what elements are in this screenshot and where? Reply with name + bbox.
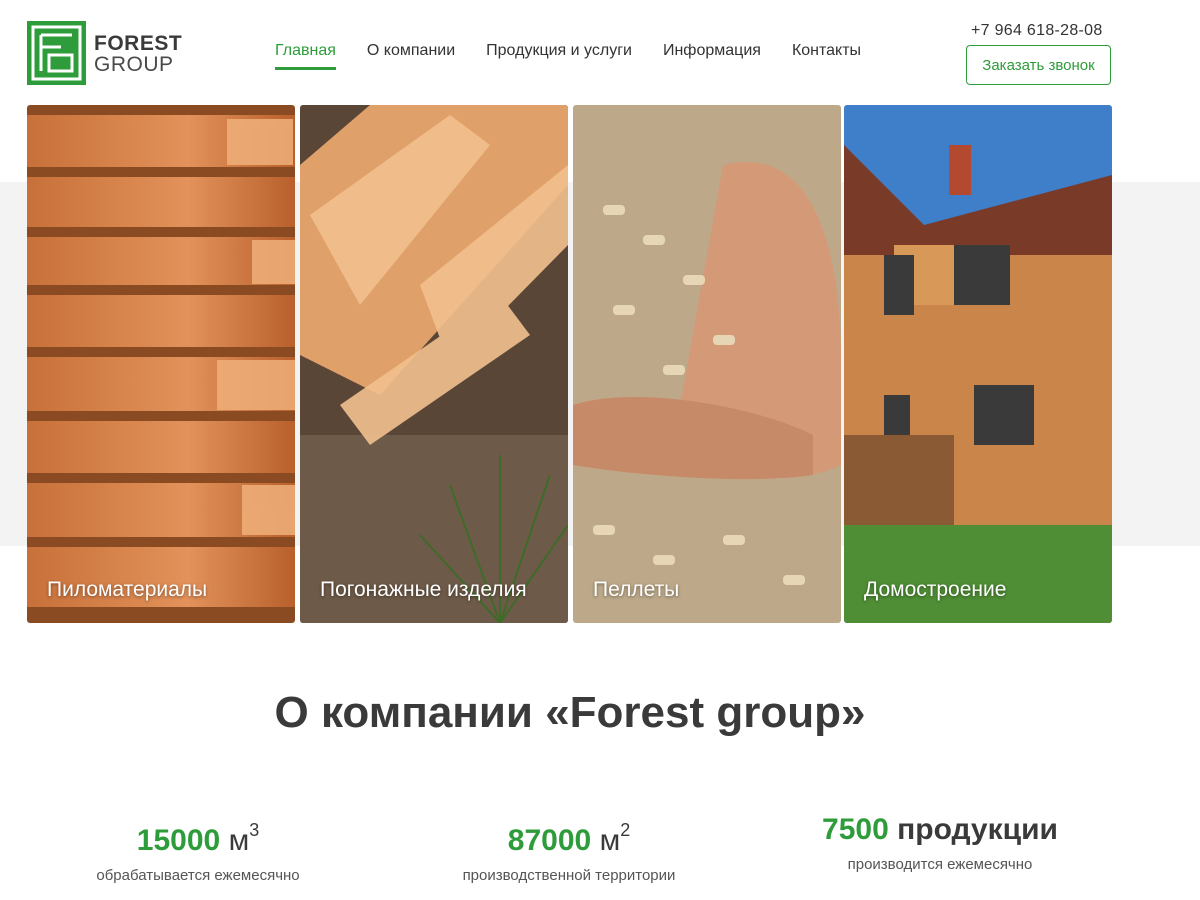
stat-unit: м3 [228, 820, 260, 857]
logo-text: FOREST GROUP [94, 33, 182, 75]
logo-line-2: GROUP [94, 53, 174, 76]
nav-item-contacts[interactable]: Контакты [792, 42, 861, 66]
stat-unit-power: 2 [620, 820, 631, 840]
nav-item-about[interactable]: О компании [367, 42, 455, 66]
stat-value: 15000 [136, 824, 221, 857]
stat-line: 87000 м2 [404, 810, 734, 861]
tile-label: Пеллеты [593, 578, 680, 601]
product-tile-pellets[interactable]: Пеллеты [573, 105, 841, 623]
about-title: О компании «Forest group» [274, 688, 866, 737]
stat-production: 7500 продукции производится ежемесячно [775, 810, 1105, 873]
phone-number[interactable]: +7 964 618-28-08 [971, 22, 1103, 40]
pellets-image [573, 105, 841, 623]
stat-territory: 87000 м2 производственной территории [404, 810, 734, 884]
stat-line: 7500 продукции [775, 810, 1105, 850]
tile-label: Пиломатериалы [47, 578, 208, 601]
main-nav: Главная О компании Продукция и услуги Ин… [275, 42, 892, 70]
stat-processed: 15000 м3 обрабатывается ежемесячно [33, 810, 363, 884]
callback-button[interactable]: Заказать звонок [966, 45, 1111, 85]
stat-line: 15000 м3 [33, 810, 363, 861]
nav-item-products[interactable]: Продукция и услуги [486, 42, 632, 66]
stat-description: обрабатывается ежемесячно [96, 867, 300, 884]
tile-label: Погонажные изделия [320, 578, 527, 601]
site-header: FOREST GROUP Главная О компании Продукци… [0, 0, 1200, 100]
moldings-image [300, 105, 568, 623]
product-tile-moldings[interactable]: Погонажные изделия [300, 105, 568, 623]
product-tile-lumber[interactable]: Пиломатериалы [27, 105, 295, 623]
forest-group-logo-icon [27, 21, 86, 85]
tile-label: Домостроение [864, 578, 1007, 601]
stat-unit-text: м [228, 824, 250, 857]
nav-item-home[interactable]: Главная [275, 42, 336, 70]
stat-unit: продукции [897, 813, 1058, 846]
product-tiles: Пиломатериалы Погонажные изделия Пеллеты… [27, 105, 1112, 623]
logo[interactable]: FOREST GROUP [27, 21, 187, 85]
stat-unit-power: 3 [249, 820, 260, 840]
stat-value: 7500 [822, 813, 889, 846]
lumber-image [27, 105, 295, 623]
stat-unit-text: м [599, 824, 621, 857]
house-image [844, 105, 1112, 623]
nav-item-info[interactable]: Информация [663, 42, 761, 66]
stat-description: производится ежемесячно [847, 856, 1033, 873]
stat-value: 87000 [507, 824, 592, 857]
product-tile-house[interactable]: Домостроение [844, 105, 1112, 623]
stat-unit: м2 [599, 820, 631, 857]
stat-description: производственной территории [462, 867, 676, 884]
logo-line-1: FOREST [94, 32, 183, 55]
